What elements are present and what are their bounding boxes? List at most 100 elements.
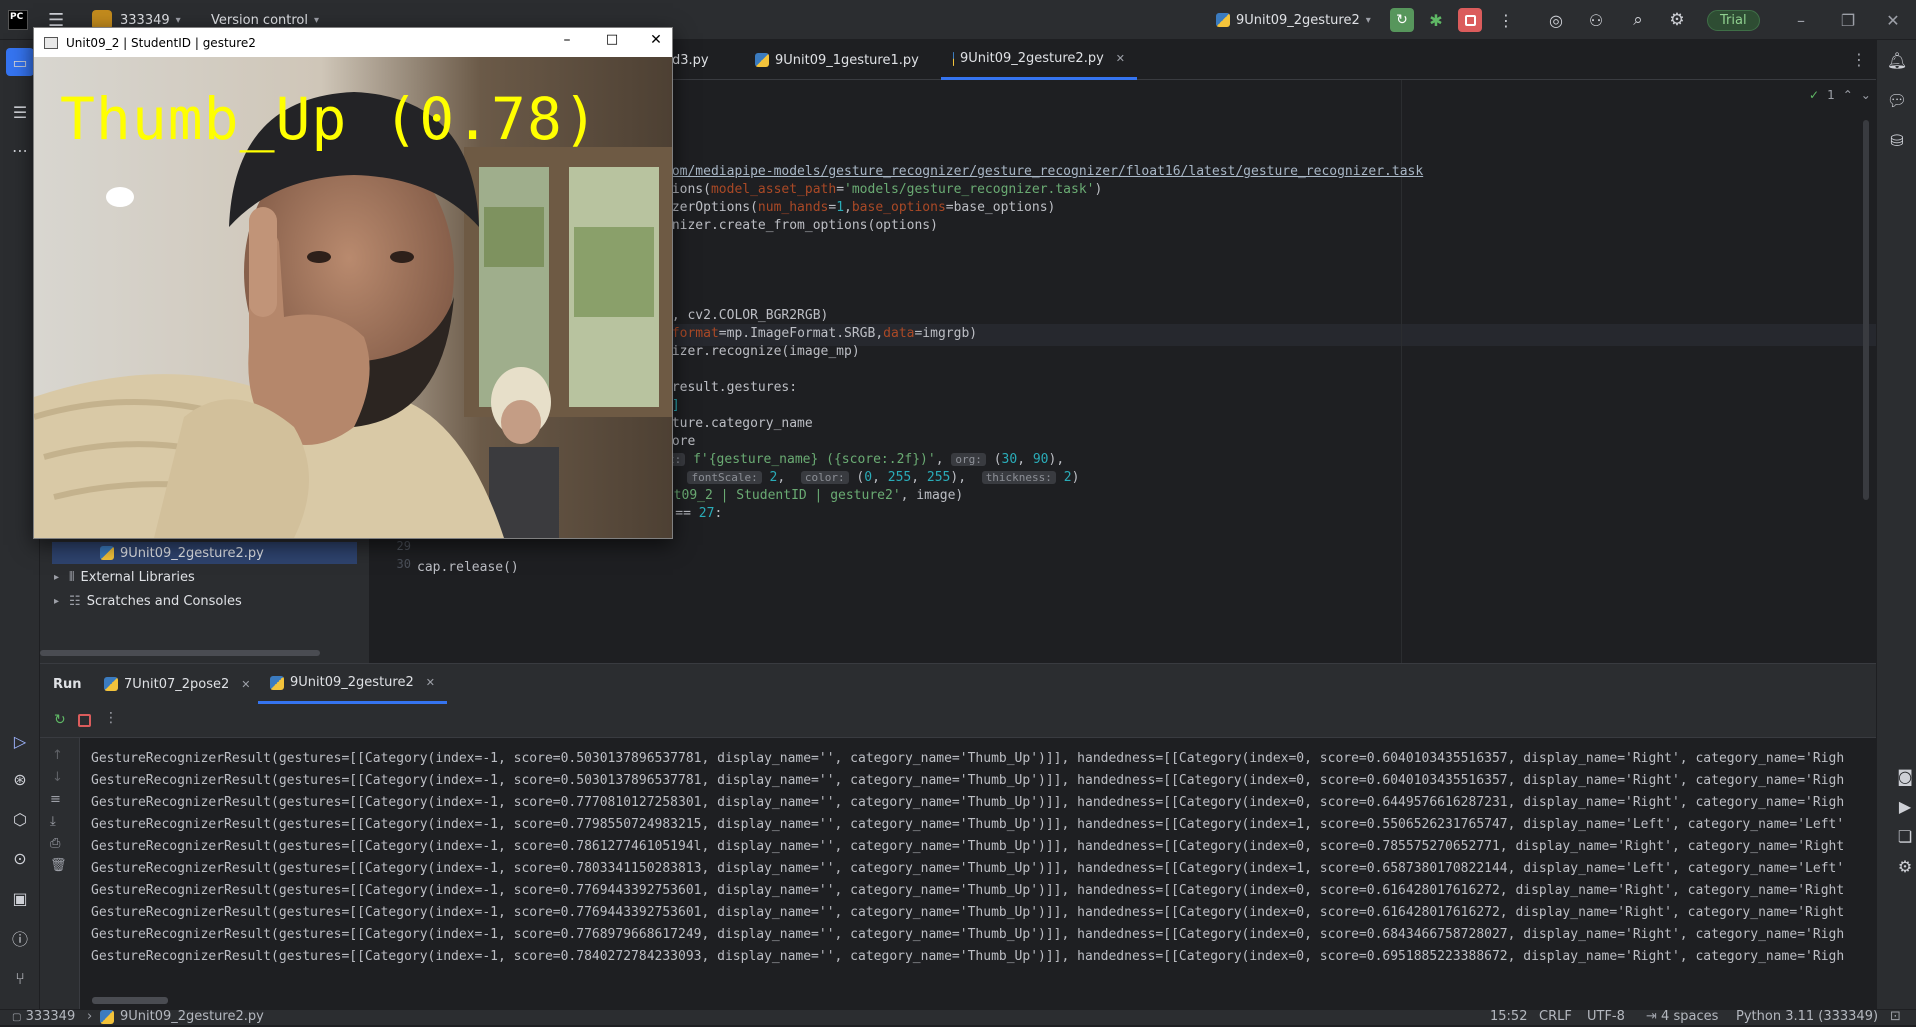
python-icon [270, 675, 284, 690]
more-actions-icon[interactable]: ⋮ [1498, 0, 1514, 40]
run-config-name: 9Unit09_2gesture2 [1236, 12, 1360, 28]
settings-gear-icon[interactable]: ⚙ [1666, 0, 1688, 40]
chevron-down-icon: ▾ [175, 14, 181, 26]
notifications-icon[interactable]: 🔔︎ [1885, 48, 1909, 72]
python-icon [1216, 13, 1230, 27]
services-icon[interactable]: ⊙ [8, 846, 32, 870]
stop-button[interactable] [1458, 0, 1482, 40]
run-config-selector[interactable]: 9Unit09_2gesture2 ▾ [1216, 0, 1371, 40]
tab-label: 9Unit09_1gesture1.py [775, 52, 919, 68]
breadcrumb-chevron-icon: › [87, 1009, 93, 1024]
editor-vertical-scrollbar[interactable] [1863, 120, 1869, 500]
chevron-down-icon: ▾ [1365, 14, 1371, 26]
status-indent[interactable]: ⇥ 4 spaces [1646, 1008, 1718, 1026]
camera-window-title: Unit09_2 | StudentID | gesture2 [66, 35, 256, 50]
python-console-icon[interactable]: ⬡ [8, 807, 32, 831]
status-file[interactable]: 9Unit09_2gesture2.py [100, 1008, 264, 1026]
ai-assistant-icon[interactable]: ◎ [1545, 0, 1567, 40]
terminal-icon[interactable]: ▣ [8, 886, 32, 910]
close-button[interactable]: ✕ [642, 32, 670, 48]
console-line: GestureRecognizerResult(gestures=[[Categ… [91, 817, 1845, 832]
problems-icon[interactable]: ⓘ [8, 926, 32, 950]
horizontal-scrollbar[interactable] [40, 650, 320, 656]
scroll-up-icon[interactable]: ↑ [52, 748, 63, 763]
add-user-icon[interactable]: ⚇ [1585, 0, 1607, 40]
more-tools-icon[interactable]: ⋯ [8, 138, 32, 162]
rerun-button[interactable]: ↻ [1390, 0, 1414, 40]
bug-icon: ✱ [1429, 10, 1443, 30]
maximize-button[interactable]: □ [598, 32, 626, 47]
soft-wrap-icon[interactable]: ≡ [50, 792, 61, 807]
camera-window-titlebar[interactable]: Unit09_2 | StudentID | gesture2 – □ ✕ [34, 28, 672, 57]
vcs-label: Version control [211, 12, 308, 28]
run-tool-icon[interactable]: ▷ [8, 729, 32, 753]
scratches-icon: ☷ [69, 593, 81, 609]
pycharm-logo-icon: PC [8, 0, 32, 40]
trial-badge[interactable]: Trial [1707, 0, 1760, 40]
maximize-button[interactable]: ❐ [1825, 0, 1871, 40]
run-title: Run [53, 676, 82, 692]
trash-icon[interactable]: 🗑︎ [50, 858, 67, 873]
run-header: Run 7Unit07_2pose2 ✕ 9Unit09_2gesture2 ✕ [40, 664, 1876, 704]
search-icon[interactable]: ⌕ [1627, 0, 1649, 40]
project-tool-icon[interactable]: ▭ [6, 48, 34, 76]
tree-item-external-libraries[interactable]: ▸ ⫴ External Libraries [54, 566, 195, 588]
library-icon: ⫴ [69, 569, 75, 585]
run-tab-gesture2[interactable]: 9Unit09_2gesture2 ✕ [258, 664, 447, 704]
chevron-right-icon: ▸ [54, 571, 60, 583]
print-icon[interactable]: ⎙ [50, 836, 60, 851]
minimize-button[interactable]: – [553, 32, 581, 48]
scroll-to-end-icon[interactable]: ⤓ [50, 814, 56, 829]
tree-item-current-file[interactable]: 9Unit09_2gesture2.py [52, 542, 357, 564]
console-line: GestureRecognizerResult(gestures=[[Categ… [91, 751, 1845, 766]
close-tab-icon[interactable]: ✕ [241, 678, 250, 691]
stop-icon[interactable] [78, 714, 91, 727]
camera-frame: Thumb_Up (0.78) [34, 57, 672, 538]
close-tab-icon[interactable]: ✕ [1116, 52, 1125, 65]
close-button[interactable]: ✕ [1870, 0, 1916, 40]
run-toolbar: ↻ ⋮ [40, 704, 1876, 738]
database-icon[interactable]: ⛁ [1885, 128, 1909, 152]
more-icon[interactable]: ⋮ [104, 710, 118, 726]
tab-gesture1-partial[interactable]: d3.py [672, 40, 709, 80]
console-line: GestureRecognizerResult(gestures=[[Categ… [91, 795, 1845, 810]
git-icon[interactable]: ⑂ [8, 966, 32, 990]
tab-gesture2[interactable]: 9Unit09_2gesture2.py ✕ [941, 40, 1137, 80]
console-line: GestureRecognizerResult(gestures=[[Categ… [91, 905, 1845, 920]
python-icon [755, 53, 769, 67]
tabs-menu-icon[interactable]: ⋮ [1851, 50, 1867, 69]
status-caret-position[interactable]: 15:52 [1490, 1008, 1527, 1026]
structure-tool-icon[interactable]: ☰ [8, 100, 32, 124]
inspection-widget[interactable]: ✓ 1 ⌃ ⌄ [1809, 88, 1871, 102]
status-interpreter[interactable]: Python 3.11 (333349) [1736, 1008, 1878, 1026]
chevron-right-icon: ▸ [54, 595, 60, 607]
chevron-down-icon: ⌄ [1860, 88, 1871, 102]
console-horizontal-scrollbar[interactable] [92, 997, 168, 1004]
console-line: GestureRecognizerResult(gestures=[[Categ… [91, 927, 1845, 942]
run-tab-label: 7Unit07_2pose2 [124, 676, 230, 692]
ai-chat-icon[interactable]: 💬︎ [1885, 88, 1909, 112]
code-line: _result.gestures: [664, 380, 798, 395]
python-icon [953, 51, 954, 66]
tree-item-label: External Libraries [80, 569, 195, 585]
scroll-down-icon[interactable]: ↓ [52, 770, 63, 785]
status-encoding[interactable]: UTF-8 [1587, 1008, 1625, 1026]
tree-item-scratches[interactable]: ▸ ☷ Scratches and Consoles [54, 590, 242, 612]
minimize-button[interactable]: – [1778, 0, 1824, 40]
tab-gesture1[interactable]: 9Unit09_1gesture1.py [755, 40, 919, 80]
lock-icon[interactable]: ⊡ [1890, 1008, 1901, 1026]
rerun-icon: ↻ [1390, 8, 1414, 32]
check-icon: ✓ [1809, 88, 1820, 102]
python-packages-icon[interactable]: ⊛ [8, 767, 32, 791]
code-line: nizer.recognize(image_mp) [664, 344, 860, 359]
rerun-icon[interactable]: ↻ [54, 712, 66, 728]
run-tab-pose2[interactable]: 7Unit07_2pose2 ✕ [104, 664, 251, 704]
indent-icon: ⇥ [1646, 1009, 1657, 1024]
console-line-partial [91, 737, 1916, 748]
status-line-separator[interactable]: CRLF [1539, 1008, 1572, 1026]
status-project[interactable]: ▢ 333349 [12, 1008, 75, 1026]
run-side-toolbar: ↑ ↓ ≡ ⤓ ⎙ 🗑︎ [40, 738, 80, 1010]
stop-icon [1458, 8, 1482, 32]
close-tab-icon[interactable]: ✕ [426, 676, 435, 689]
debug-button[interactable]: ✱ [1424, 0, 1448, 40]
